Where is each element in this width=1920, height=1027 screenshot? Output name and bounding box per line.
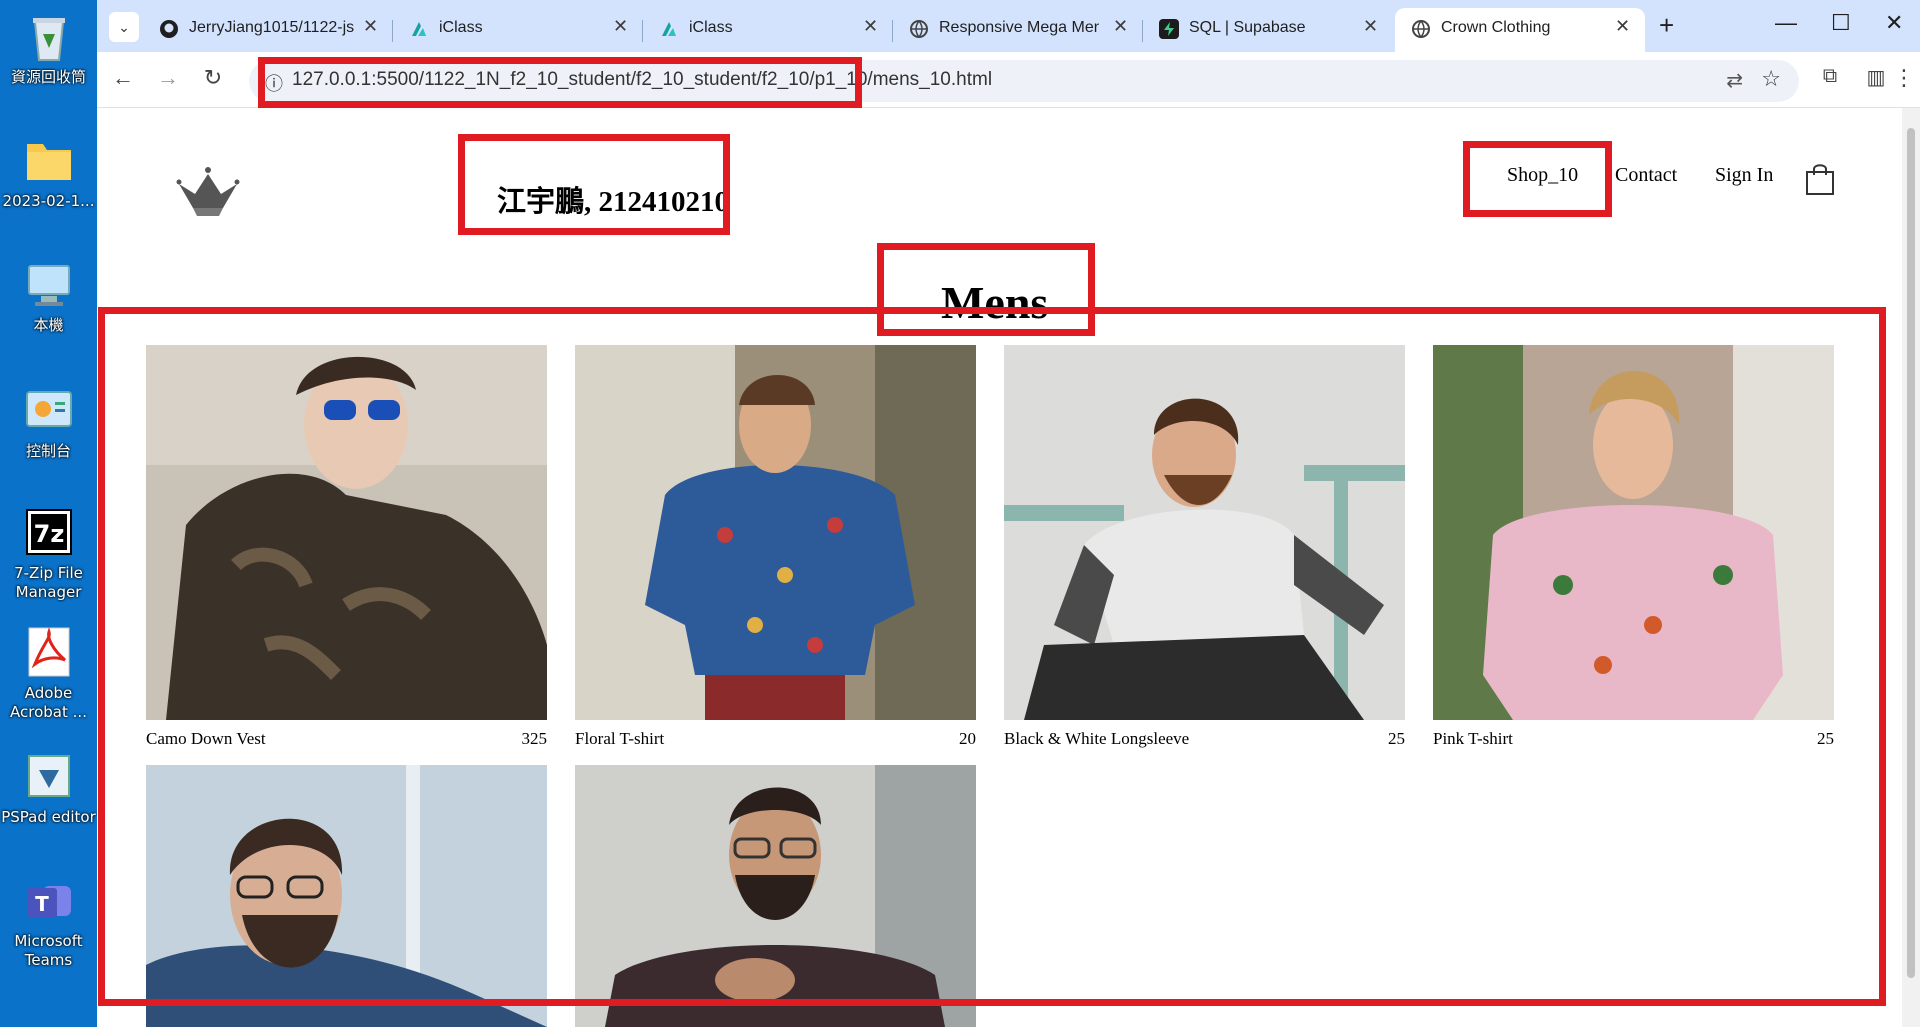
- teams-icon: T: [21, 872, 77, 928]
- highlight-box-shop: [1463, 141, 1612, 217]
- close-icon[interactable]: ✕: [1615, 16, 1630, 37]
- web-page: 江宇鵬, 212410210 Shop_10 Contact Sign In M…: [97, 108, 1902, 1027]
- close-icon[interactable]: ✕: [863, 16, 878, 37]
- highlight-box-url: [258, 57, 862, 108]
- tab-github[interactable]: JerryJiang1015/1122-js ✕: [143, 8, 393, 52]
- forward-arrow-icon[interactable]: →: [153, 65, 183, 91]
- supabase-icon: [1159, 19, 1179, 39]
- tab-search-button[interactable]: ⌄: [109, 12, 139, 42]
- bookmark-star-icon[interactable]: ☆: [1761, 66, 1781, 92]
- scrollbar-thumb[interactable]: [1907, 128, 1915, 978]
- menu-icon[interactable]: ⋮: [1889, 65, 1919, 91]
- globe-icon: [1411, 19, 1431, 39]
- desktop-icon-label: 資源回收筒: [10, 68, 86, 86]
- tab-title: iClass: [439, 19, 483, 36]
- crown-logo-icon[interactable]: [175, 164, 241, 223]
- highlight-box-products: [98, 307, 1886, 1006]
- reload-icon[interactable]: ↻: [198, 65, 228, 91]
- tab-title: iClass: [689, 19, 733, 36]
- shopping-bag-icon[interactable]: [1805, 162, 1835, 201]
- computer-icon: [21, 256, 77, 312]
- side-panel-icon[interactable]: ▥: [1861, 65, 1891, 90]
- desktop-icon-label: 7-Zip File: [14, 564, 83, 582]
- svg-text:T: T: [35, 892, 49, 916]
- desktop-icon-label: 2023-02-1...: [2, 192, 95, 210]
- close-icon[interactable]: ✕: [1363, 16, 1378, 37]
- tab-title: JerryJiang1015/1122-js: [189, 19, 355, 36]
- tab-title: Responsive Mega Menu: [939, 19, 1099, 36]
- translate-icon[interactable]: ⇄: [1726, 68, 1743, 93]
- desktop-icon-folder[interactable]: 2023-02-1...: [0, 132, 97, 211]
- desktop-icon-7zip[interactable]: 7z 7-Zip File Manager: [0, 504, 97, 602]
- close-icon[interactable]: ✕: [363, 16, 378, 37]
- desktop-icon-label: Manager: [15, 583, 82, 601]
- nav-contact-link[interactable]: Contact: [1615, 164, 1677, 187]
- pspad-icon: [21, 748, 77, 804]
- tab-title: Crown Clothing: [1441, 19, 1551, 36]
- extensions-icon[interactable]: ⧉: [1815, 65, 1845, 88]
- page-scrollbar[interactable]: [1902, 108, 1920, 1027]
- desktop-icon-computer[interactable]: 本機: [0, 256, 97, 335]
- github-icon: [159, 19, 179, 39]
- desktop-icon-label: PSPad editor: [1, 808, 96, 826]
- tab-supabase[interactable]: SQL | Supabase ✕: [1143, 8, 1393, 52]
- desktop: 資源回收筒 2023-02-1... 本機 控制台 7z 7-Zip File …: [0, 0, 97, 1027]
- nav-signin-link[interactable]: Sign In: [1715, 164, 1773, 187]
- svg-text:7z: 7z: [33, 520, 64, 548]
- tab-crown-clothing[interactable]: Crown Clothing ✕: [1395, 8, 1645, 52]
- desktop-icon-control-panel[interactable]: 控制台: [0, 382, 97, 461]
- iclass-icon: [409, 19, 429, 39]
- desktop-icon-label: Acrobat ...: [10, 703, 87, 721]
- desktop-icon-label: 本機: [33, 316, 64, 334]
- iclass-icon: [659, 19, 679, 39]
- desktop-icon-teams[interactable]: T Microsoft Teams: [0, 872, 97, 970]
- folder-icon: [21, 132, 77, 188]
- tab-iclass-2[interactable]: iClass ✕: [643, 8, 893, 52]
- close-icon[interactable]: ✕: [1113, 16, 1128, 37]
- back-arrow-icon[interactable]: ←: [108, 65, 138, 91]
- desktop-icon-acrobat[interactable]: Adobe Acrobat ...: [0, 624, 97, 722]
- close-icon[interactable]: ✕: [613, 16, 628, 37]
- browser-window: ⌄ JerryJiang1015/1122-js ✕ iClass ✕ iCla…: [97, 0, 1920, 1027]
- desktop-icon-label: Teams: [24, 951, 73, 969]
- minimize-icon[interactable]: —: [1775, 10, 1797, 36]
- new-tab-button[interactable]: +: [1659, 10, 1674, 41]
- globe-icon: [909, 19, 929, 39]
- control-panel-icon: [21, 382, 77, 438]
- acrobat-icon: [21, 624, 77, 680]
- desktop-icon-label: Adobe: [24, 684, 73, 702]
- desktop-icon-recycle-bin[interactable]: 資源回收筒: [0, 8, 97, 87]
- tab-strip: ⌄ JerryJiang1015/1122-js ✕ iClass ✕ iCla…: [97, 0, 1920, 52]
- desktop-icon-pspad[interactable]: PSPad editor: [0, 748, 97, 827]
- highlight-box-student: [458, 134, 730, 235]
- recycle-bin-icon: [21, 8, 77, 64]
- desktop-icon-label: Microsoft: [14, 932, 83, 950]
- close-window-icon[interactable]: ✕: [1885, 10, 1903, 36]
- tab-title: SQL | Supabase: [1189, 19, 1306, 36]
- tab-mega-menu[interactable]: Responsive Mega Menu ✕: [893, 8, 1143, 52]
- chevron-down-icon: ⌄: [118, 19, 130, 35]
- desktop-icon-label: 控制台: [25, 442, 71, 460]
- tab-iclass-1[interactable]: iClass ✕: [393, 8, 643, 52]
- 7zip-icon: 7z: [21, 504, 77, 560]
- maximize-icon[interactable]: ☐: [1831, 10, 1851, 36]
